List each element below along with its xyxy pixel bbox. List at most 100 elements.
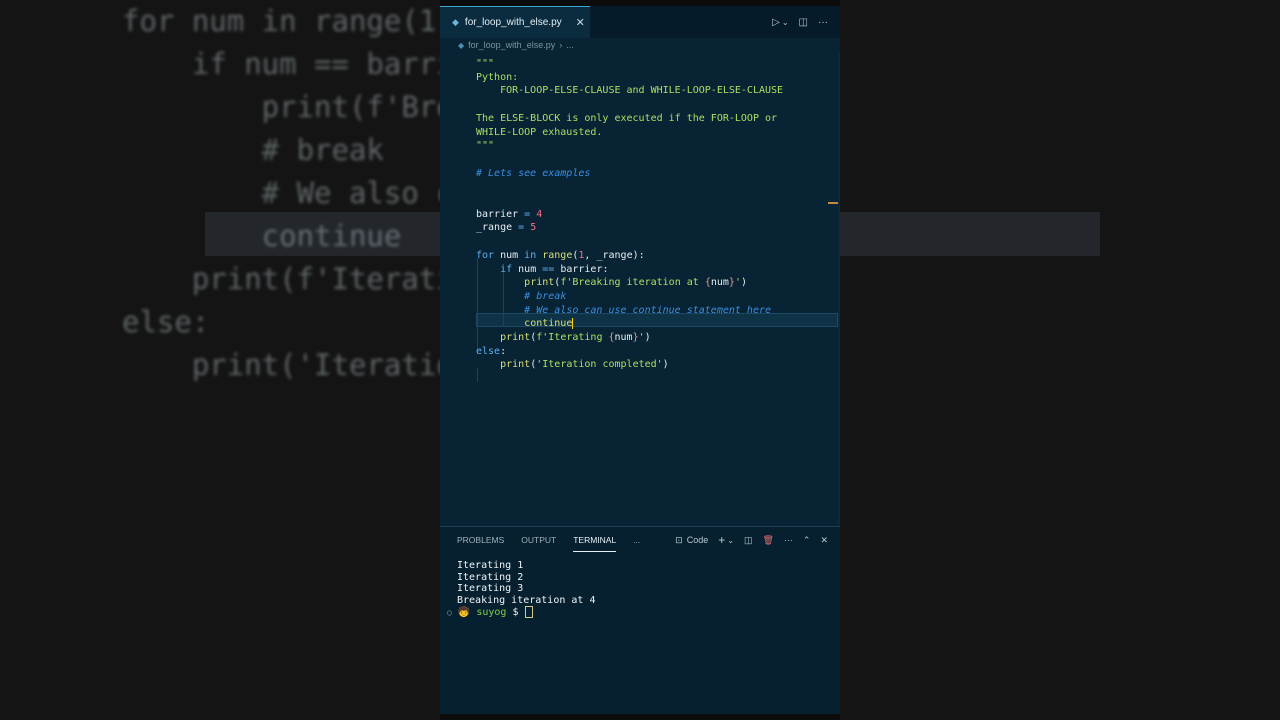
code-token: num bbox=[494, 249, 525, 261]
code-line[interactable]: # We also can use continue statement her… bbox=[476, 304, 771, 318]
background-highlight bbox=[840, 212, 1100, 256]
code-token: print bbox=[500, 359, 531, 371]
background-code-line: else: bbox=[122, 305, 210, 339]
code-line[interactable]: for num in range(1, _range): bbox=[476, 249, 645, 263]
editor-tab[interactable]: ◆ for_loop_with_else.py ✕ bbox=[440, 6, 590, 38]
code-line[interactable]: _range = 5 bbox=[476, 221, 536, 235]
background-code-line: # We also can use continue statement her… bbox=[261, 176, 440, 210]
panel-tab-problems[interactable]: PROBLEMS bbox=[457, 535, 504, 545]
code-line[interactable]: """ bbox=[476, 139, 494, 153]
breadcrumb-more[interactable]: ... bbox=[566, 40, 574, 50]
chevron-down-icon[interactable]: ⌄ bbox=[727, 536, 734, 545]
code-token: for bbox=[476, 249, 495, 261]
panel-tab-output[interactable]: OUTPUT bbox=[521, 535, 556, 545]
background-code-line: # break bbox=[122, 133, 384, 167]
code-token: Python: bbox=[476, 71, 519, 83]
code-line[interactable]: print(f'Breaking iteration at {num}') bbox=[476, 276, 747, 290]
chevron-down-icon[interactable]: ⌄ bbox=[782, 18, 789, 27]
code-token: # break bbox=[524, 290, 567, 302]
background-right: for num in range(1, _range): if num == b… bbox=[840, 0, 1280, 720]
code-token: = bbox=[512, 222, 531, 234]
bottom-panel: PROBLEMS OUTPUT TERMINAL... ⊡ Code + ⌄ ◫ 🗑… bbox=[440, 526, 840, 714]
code-line[interactable]: FOR-LOOP-ELSE-CLAUSE and WHILE-LOOP-ELSE… bbox=[476, 84, 783, 98]
code-line[interactable]: # Lets see examples bbox=[476, 167, 590, 181]
background-code-line: print('Iteration completed') bbox=[191, 348, 440, 382]
code-token: WHILE-LOOP exhausted. bbox=[476, 126, 603, 138]
code-token: == bbox=[542, 263, 555, 275]
new-terminal-icon[interactable]: + bbox=[718, 533, 725, 547]
close-icon[interactable]: ✕ bbox=[576, 16, 585, 29]
code-line[interactable]: The ELSE-BLOCK is only executed if the F… bbox=[476, 112, 777, 126]
code-line[interactable]: continue bbox=[476, 317, 574, 331]
code-line[interactable]: """ bbox=[476, 57, 494, 71]
code-line[interactable]: # break bbox=[476, 290, 566, 304]
code-token: ) bbox=[644, 332, 651, 343]
code-token: num bbox=[614, 332, 633, 343]
code-token: """ bbox=[476, 140, 495, 152]
panel-tab-terminal[interactable]: TERMINAL bbox=[573, 535, 616, 552]
code-token: ) bbox=[740, 277, 747, 289]
run-icon[interactable]: ▷ bbox=[772, 17, 780, 28]
more-icon[interactable]: ··· bbox=[784, 535, 793, 545]
code-token: # We also can use continue statement her… bbox=[524, 304, 772, 316]
python-file-icon: ◆ bbox=[452, 17, 459, 27]
close-panel-icon[interactable]: ✕ bbox=[820, 535, 828, 546]
code-editor[interactable]: """ Python: FOR-LOOP-ELSE-CLAUSE and WHIL… bbox=[440, 52, 840, 526]
scrollbar-marker bbox=[828, 202, 838, 204]
code-token: 4 bbox=[536, 208, 543, 220]
code-line[interactable]: WHILE-LOOP exhausted. bbox=[476, 126, 602, 140]
code-token: """ bbox=[476, 58, 495, 69]
code-line[interactable]: barrier = 4 bbox=[476, 208, 542, 222]
more-icon[interactable]: ··· bbox=[818, 17, 828, 28]
breadcrumb: ◆ for_loop_with_else.py › ... bbox=[440, 38, 840, 52]
code-token: # Lets see examples bbox=[476, 167, 591, 179]
prompt-user: suyog bbox=[476, 607, 507, 618]
code-token: The ELSE-BLOCK is only executed if the F… bbox=[476, 112, 778, 124]
terminal-prompt[interactable]: ○ 🧒 suyog $ bbox=[447, 606, 533, 619]
editor-actions: ▷ ⌄ ◫ ··· bbox=[772, 6, 828, 38]
code-line[interactable]: if num == barrier: bbox=[476, 263, 608, 277]
code-token: : bbox=[500, 345, 507, 357]
terminal-icon: ⊡ bbox=[675, 534, 683, 545]
code-token: range bbox=[542, 249, 573, 261]
tab-filename: for_loop_with_else.py bbox=[464, 17, 562, 28]
code-token: , _range): bbox=[584, 249, 645, 261]
scrollbar[interactable] bbox=[838, 52, 840, 526]
split-editor-icon[interactable]: ◫ bbox=[799, 17, 808, 28]
trash-icon[interactable]: 🗑 bbox=[762, 535, 773, 546]
code-token: f'Breaking iteration at bbox=[560, 277, 705, 289]
prompt-dot-icon: ○ bbox=[447, 608, 452, 617]
code-line[interactable]: print(f'Iterating {num}') bbox=[476, 331, 651, 345]
code-line[interactable]: print('Iteration completed') bbox=[476, 358, 669, 372]
terminal-profile[interactable]: Code bbox=[687, 535, 709, 545]
background-left: for num in range(1, _range): if num == b… bbox=[0, 0, 440, 720]
split-terminal-icon[interactable]: ◫ bbox=[744, 535, 753, 546]
code-token: 5 bbox=[530, 222, 537, 234]
terminal-output-line: Iterating 3 bbox=[457, 583, 524, 594]
code-line[interactable]: Python: bbox=[476, 71, 518, 85]
code-token: f'Iterating bbox=[536, 332, 609, 343]
chevron-right-icon: › bbox=[559, 40, 563, 50]
code-token: FOR-LOOP-ELSE-CLAUSE and WHILE-LOOP-ELSE… bbox=[476, 85, 784, 97]
background-code-line: for num in range(1, _range): bbox=[122, 4, 440, 38]
editor-window: ◆ for_loop_with_else.py ✕ ▷ ⌄ ◫ ··· ◆ fo… bbox=[440, 6, 840, 714]
code-token: print bbox=[500, 332, 531, 343]
maximize-icon[interactable]: ⌃ bbox=[803, 535, 811, 546]
terminal-output-line: Breaking iteration at 4 bbox=[457, 594, 596, 606]
breadcrumb-file[interactable]: for_loop_with_else.py bbox=[468, 40, 555, 50]
terminal-output-line: Iterating 2 bbox=[457, 571, 524, 583]
background-code-line: print(f'Breaking iteration at {num}') bbox=[261, 90, 440, 124]
terminal-output-line: Iterating 1 bbox=[457, 560, 524, 571]
code-token: else bbox=[476, 345, 501, 357]
python-file-icon: ◆ bbox=[458, 40, 465, 50]
code-token: _range bbox=[476, 222, 513, 234]
terminal-cursor bbox=[524, 606, 533, 618]
code-line[interactable]: else: bbox=[476, 345, 506, 359]
code-token: print bbox=[524, 277, 555, 289]
terminal-actions: ⊡ Code + ⌄ ◫ 🗑 ··· ⌃ ✕ bbox=[675, 527, 828, 553]
panel-tab-more[interactable]: ... bbox=[633, 535, 640, 545]
